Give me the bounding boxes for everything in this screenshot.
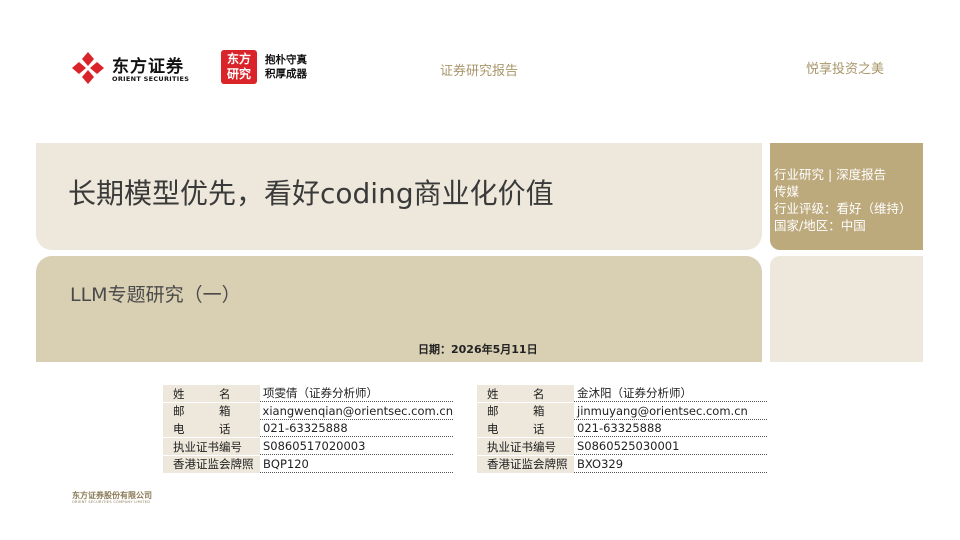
analyst-hk-license: BQP120 <box>260 456 453 473</box>
analyst-card-2: 姓 名金沐阳（证券分析师） 邮 箱 jinmuyang@orientsec.com… <box>477 385 767 473</box>
analyst-row: 邮 箱 jinmuyang@orientsec.com.cn <box>477 402 767 421</box>
side-panel-lower <box>770 256 923 362</box>
field-label: 执业证书编号 <box>477 438 574 456</box>
report-date: 日期：2026年5月11日 <box>418 343 538 356</box>
subtitle-panel <box>36 256 762 362</box>
field-label: 邮 箱 <box>477 402 574 420</box>
analyst-row: 电 话 021-63325888 <box>477 420 767 438</box>
report-type-label: 证券研究报告 <box>440 64 519 79</box>
tagline: 悦享投资之美 <box>806 62 885 77</box>
research-badge: 东方 研究 <box>221 50 257 84</box>
field-label: 姓 名 <box>477 385 574 403</box>
badge-line-2: 研究 <box>226 67 251 81</box>
logo-text-en: ORIENT SECURITIES <box>112 75 190 83</box>
slogan-line-2: 积厚成器 <box>265 68 307 80</box>
analyst-license: S0860517020003 <box>260 438 453 456</box>
analyst-license: S0860525030001 <box>574 438 767 456</box>
analyst-email[interactable]: jinmuyang@orientsec.com.cn <box>574 403 767 420</box>
analyst-row: 执业证书编号 S0860525030001 <box>477 438 767 456</box>
analyst-phone: 021-63325888 <box>574 420 767 438</box>
analyst-card-1: 姓 名项雯倩（证券分析师） 邮 箱 xiangwenqian@orientsec.… <box>163 385 453 473</box>
slogan: 抱朴守真 积厚成器 <box>265 53 307 81</box>
badge-line-1: 东方 <box>226 52 251 66</box>
slogan-line-1: 抱朴守真 <box>265 54 307 66</box>
orient-logo-icon <box>72 52 104 84</box>
logo-text-cn: 东方证券 <box>112 57 184 77</box>
field-label: 执业证书编号 <box>163 438 260 456</box>
analyst-name: 金沐阳（证券分析师） <box>574 385 767 403</box>
analyst-name: 项雯倩（证券分析师） <box>260 385 453 403</box>
region: 国家/地区：中国 <box>774 218 866 233</box>
field-label: 姓 名 <box>163 385 260 403</box>
field-label: 香港证监会牌照 <box>163 455 260 473</box>
field-label: 电 话 <box>163 420 260 438</box>
analyst-row: 电 话 021-63325888 <box>163 420 453 438</box>
footer-company-name-en: ORIENT SECURITIES COMPANY LIMITED <box>72 500 151 504</box>
analyst-row: 香港证监会牌照 BQP120 <box>163 455 453 473</box>
report-title: 长期模型优先，看好coding商业化价值 <box>68 177 554 210</box>
analyst-row: 香港证监会牌照 BXO329 <box>477 455 767 473</box>
analyst-hk-license: BXO329 <box>574 456 767 473</box>
analyst-row: 姓 名项雯倩（证券分析师） <box>163 385 453 403</box>
field-label: 邮 箱 <box>163 402 260 420</box>
field-label: 香港证监会牌照 <box>477 455 574 473</box>
analyst-row: 邮 箱 xiangwenqian@orientsec.com.cn <box>163 402 453 421</box>
field-label: 电 话 <box>477 420 574 438</box>
analyst-email[interactable]: xiangwenqian@orientsec.com.cn <box>259 403 453 420</box>
analyst-row: 姓 名金沐阳（证券分析师） <box>477 385 767 403</box>
analyst-row: 执业证书编号 S0860517020003 <box>163 438 453 456</box>
report-subtitle: LLM专题研究（一） <box>70 284 241 306</box>
analyst-phone: 021-63325888 <box>260 420 453 438</box>
